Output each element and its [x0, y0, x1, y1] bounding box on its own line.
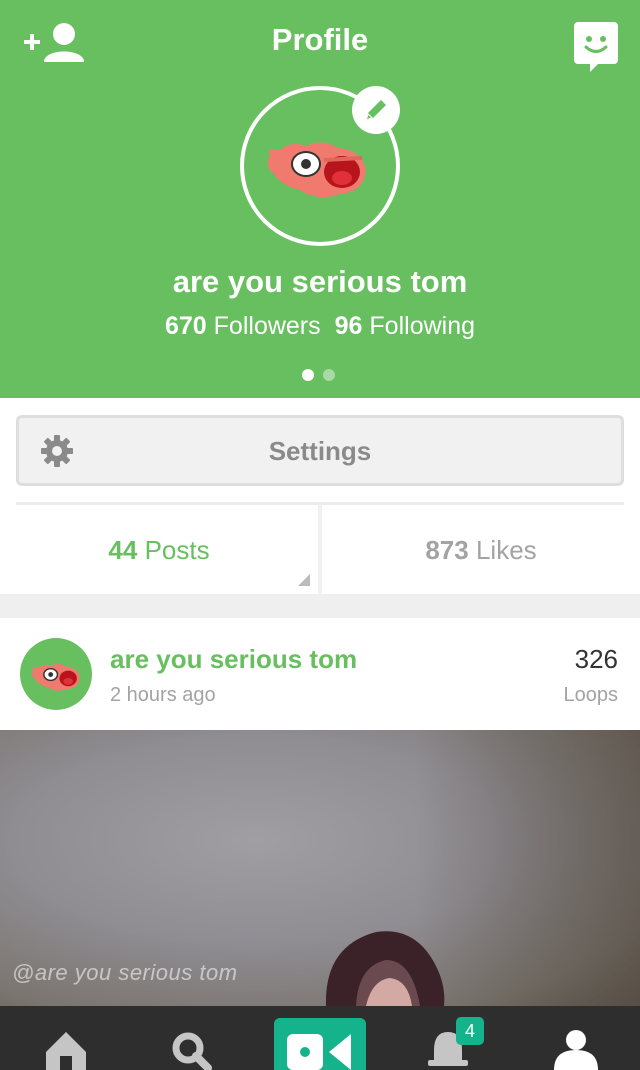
page-dot-active	[302, 369, 314, 381]
post-timestamp: 2 hours ago	[110, 684, 216, 706]
page-title: Profile	[271, 22, 369, 57]
patrick-avatar-image	[32, 664, 80, 691]
profile-header: Profile are you serious tom 670 Follower…	[0, 0, 640, 398]
loops-label: Loops	[563, 684, 619, 706]
search-icon	[172, 1032, 212, 1070]
record-video-icon	[287, 1034, 351, 1070]
page-dot-inactive	[323, 369, 335, 381]
profile-icon	[554, 1030, 598, 1070]
chat-face-icon	[574, 22, 618, 72]
posts-label: Posts	[144, 535, 210, 565]
patrick-avatar-image	[267, 142, 366, 198]
posts-count: 44	[108, 535, 138, 565]
video-player[interactable]: @are you serious tom	[0, 730, 640, 1006]
pencil-icon	[366, 100, 386, 120]
followers-label: Followers	[213, 312, 321, 340]
page-indicator	[302, 369, 342, 383]
following-count: 96	[334, 312, 363, 340]
profile-username: are you serious tom	[172, 264, 468, 299]
bottom-tab-bar	[0, 1006, 640, 1070]
settings-button[interactable]: Settings	[16, 415, 624, 486]
followers-link[interactable]: 670 Followers	[165, 312, 321, 340]
follow-stats: 670 Followers 96 Following	[0, 312, 640, 341]
following-label: Following	[369, 312, 476, 340]
post-author-name[interactable]: are you serious tom	[110, 644, 357, 675]
notification-count-badge: 4	[456, 1017, 484, 1045]
tab-likes[interactable]: 873 Likes	[322, 505, 640, 594]
settings-label: Settings	[268, 436, 372, 466]
nav-home[interactable]	[40, 1006, 90, 1070]
edit-avatar-button[interactable]	[352, 86, 400, 134]
following-link[interactable]: 96 Following	[335, 312, 475, 340]
loops-count: 326	[574, 644, 618, 674]
likes-label: Likes	[475, 535, 537, 565]
tab-posts[interactable]: 44 Posts	[0, 505, 318, 594]
active-tab-indicator	[298, 574, 310, 586]
post-card-header: are you serious tom 2 hours ago 326 Loop…	[0, 618, 640, 730]
followers-count: 670	[164, 312, 207, 340]
messages-button[interactable]	[574, 22, 618, 72]
record-video-button[interactable]	[274, 1018, 366, 1070]
post-author-avatar[interactable]	[20, 638, 92, 710]
video-watermark: @are you serious tom	[12, 960, 238, 985]
nav-search[interactable]	[166, 1006, 216, 1070]
likes-count: 873	[425, 535, 469, 565]
video-person-image	[325, 931, 445, 1006]
nav-profile[interactable]	[550, 1006, 602, 1070]
home-icon	[46, 1032, 86, 1070]
